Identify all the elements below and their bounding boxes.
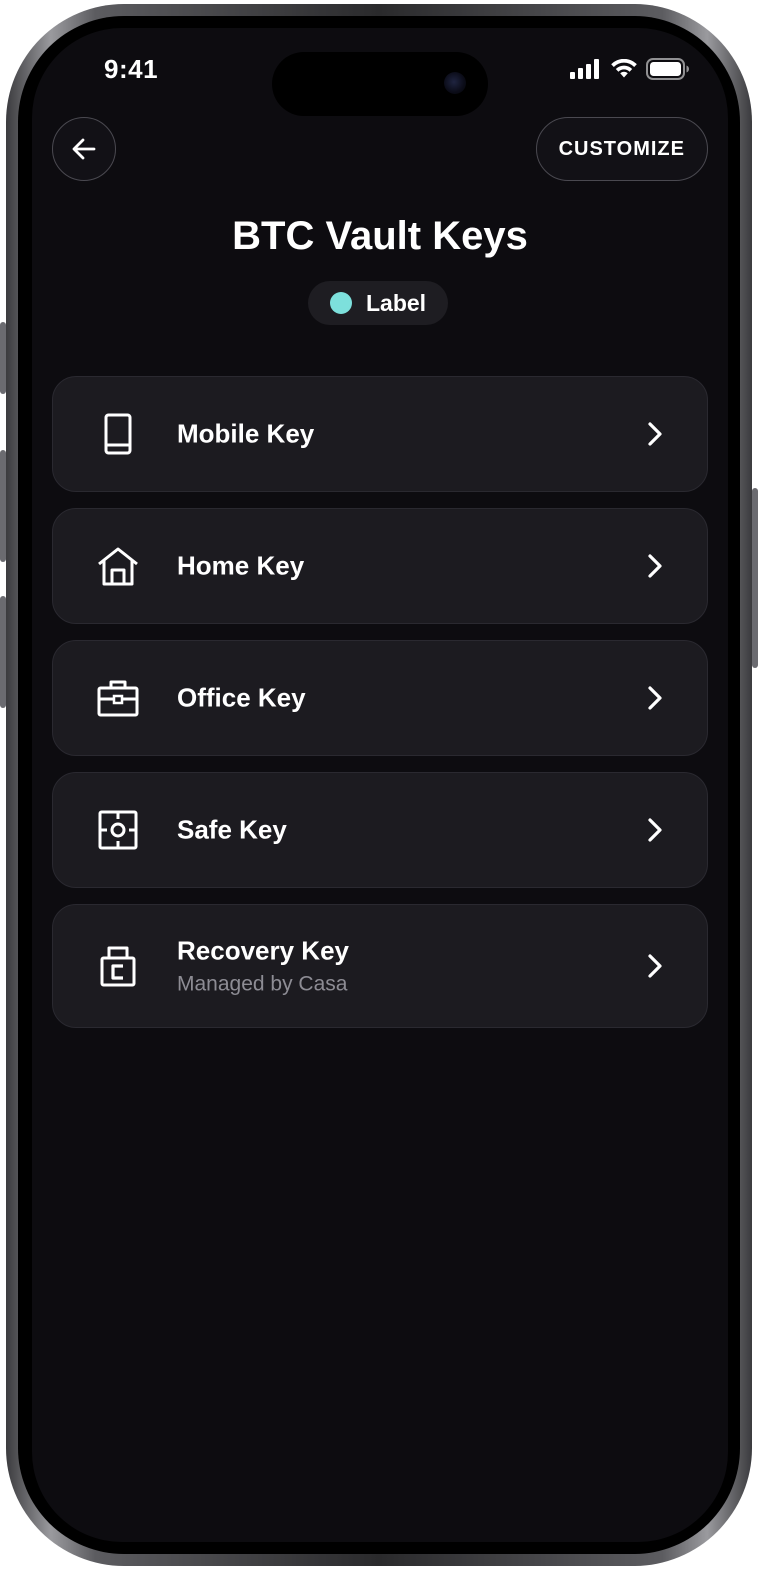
key-item-safe[interactable]: Safe Key [52,772,708,888]
status-icons [570,58,690,80]
key-subtitle: Managed by Casa [177,972,348,996]
power-button [752,488,758,668]
casa-lock-icon [95,943,141,989]
chevron-right-icon [643,684,667,712]
label-chip-text: Label [366,289,427,316]
volume-down-button [0,596,6,708]
key-title: Mobile Key [177,418,315,449]
chevron-right-icon [643,952,667,980]
app-screen: 9:41 CUSTOMIZE BTC Vault Keys Label Mobi… [32,28,728,1542]
label-color-dot [330,292,352,314]
briefcase-icon [95,675,141,721]
key-title: Office Key [177,682,306,713]
key-item-office[interactable]: Office Key [52,640,708,756]
status-bar: 9:41 [32,28,728,118]
cellular-signal-icon [570,59,599,79]
safe-icon [95,807,141,853]
status-time: 9:41 [104,54,159,84]
house-icon [95,543,141,589]
key-item-recovery[interactable]: Recovery Key Managed by Casa [52,904,708,1028]
key-title: Safe Key [177,814,287,845]
page-title: BTC Vault Keys [232,214,528,258]
smartphone-icon [95,411,141,457]
wifi-icon [611,59,637,78]
arrow-left-icon [72,138,96,160]
key-title: Home Key [177,550,305,581]
key-title: Recovery Key [177,935,349,966]
dynamic-island [272,52,488,116]
chevron-right-icon [643,552,667,580]
key-item-mobile[interactable]: Mobile Key [52,376,708,492]
vault-label-chip[interactable]: Label [308,281,449,325]
key-item-home[interactable]: Home Key [52,508,708,624]
action-button [0,322,6,394]
chevron-right-icon [643,420,667,448]
key-list: Mobile Key Home Key Office Key Safe Key … [52,376,708,1044]
volume-up-button [0,450,6,562]
back-button[interactable] [52,117,116,181]
battery-icon [646,58,689,80]
front-camera [444,72,466,94]
chevron-right-icon [643,816,667,844]
customize-button[interactable]: CUSTOMIZE [535,117,708,181]
